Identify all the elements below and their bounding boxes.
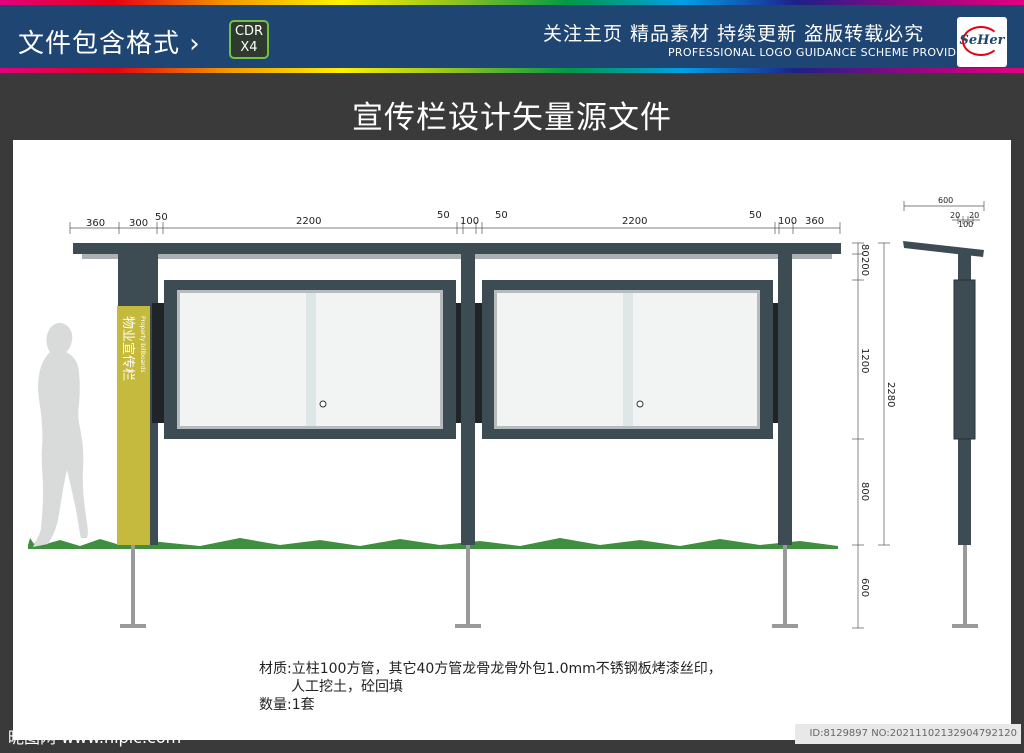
dim-side-600: 600 [859,578,870,597]
roof-underside [82,254,832,259]
dim-top-50-c: 50 [495,210,508,221]
dim-top-360-right: 360 [805,216,824,227]
watermark-right: ID:8129897 NO:20211102132904792120 [795,724,1021,744]
top-dimension-line [69,222,841,234]
side-dimension-labels: 80 200 1200 800 600 2280 [859,244,896,597]
person-silhouette [33,322,88,547]
right-post [778,254,792,545]
dim-top-100-mid: 100 [460,216,479,227]
dim-top-50-a: 50 [155,212,168,223]
dim-side-2280: 2280 [885,382,896,407]
dim-sv-100: 100 [958,220,973,229]
dim-side-1200: 1200 [859,348,870,373]
side-dimension-lines [852,242,890,629]
left-post-inner [152,303,164,423]
dim-top-360-left: 360 [86,218,105,229]
sign-text: 物业宣传栏 [120,316,136,381]
materials-line1: 材质:立柱100方管，其它40方管龙骨龙骨外包1.0mm不锈钢板烤漆丝印， [259,661,722,677]
dim-top-50-d: 50 [749,210,762,221]
dim-side-800: 800 [859,482,870,501]
middle-post-right-inner [475,303,483,423]
dim-top-300: 300 [129,218,148,229]
dim-side-80: 80 [859,244,870,257]
materials-note: 材质:立柱100方管，其它40方管龙骨龙骨外包1.0mm不锈钢板烤漆丝印， 人工… [259,660,722,714]
dim-top-2200-right: 2200 [622,216,647,227]
display-case-left [164,280,456,439]
dim-top-2200-left: 2200 [296,216,321,227]
billboard-drawing: 物业宣传栏 Property billboards 360 300 50 220… [28,196,985,629]
materials-line3: 数量:1套 [259,697,315,713]
underground-legs [120,545,798,628]
materials-line2: 人工挖土，砼回填 [291,679,403,695]
side-view-roof [903,241,984,257]
side-view-leg [963,545,967,625]
dim-sv-20-right: 20 [969,211,979,220]
middle-post [461,254,475,545]
side-view [903,241,984,628]
dim-top-100-right: 100 [778,216,797,227]
dim-sv-20-left: 20 [950,211,960,220]
roof-beam [73,243,841,254]
top-dimension-labels: 360 300 50 2200 50 100 50 2200 50 100 36… [86,210,824,229]
side-view-dimension-labels: 600 20 20 100 [938,196,979,229]
display-case-right [482,280,773,439]
dim-top-50-b: 50 [437,210,450,221]
dim-sv-600: 600 [938,196,953,205]
side-view-case [953,279,976,440]
dim-side-200: 200 [859,257,870,276]
side-view-foot [952,624,978,628]
sign-subtext: Property billboards [139,316,146,373]
watermark-left: 昵图网 www.nipic.com [8,728,182,747]
